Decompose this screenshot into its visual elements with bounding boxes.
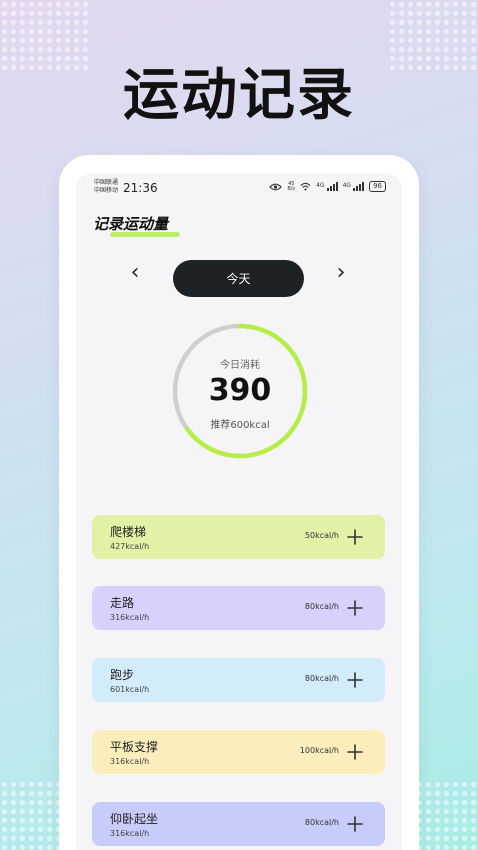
activity-rate: 100kcal/h bbox=[299, 746, 339, 755]
promo-headline: 运动记录 bbox=[123, 63, 355, 128]
activity-name: 仰卧起坐 bbox=[110, 812, 159, 826]
recommended-calories: 推荐600kcal bbox=[210, 420, 270, 431]
prev-day-button[interactable]: ‹ bbox=[123, 257, 147, 287]
activity-rate: 80kcal/h bbox=[304, 602, 339, 611]
signal-label-1: 4G bbox=[316, 182, 325, 189]
today-consumed-label: 今日消耗 bbox=[220, 360, 260, 371]
activity-card[interactable]: 跑步 601kcal/h 80kcal/h bbox=[92, 658, 385, 702]
activity-burn-rate: 316kcal/h bbox=[110, 757, 150, 766]
wifi-icon bbox=[300, 182, 311, 191]
signal-label-2: 4G bbox=[342, 182, 352, 189]
activity-rate: 80kcal/h bbox=[304, 818, 339, 827]
activity-card[interactable]: 仰卧起坐 316kcal/h 80kcal/h bbox=[92, 802, 385, 846]
signal-icon: 4G bbox=[316, 182, 338, 191]
plus-icon[interactable] bbox=[345, 742, 365, 762]
carrier-1: 中国联通 bbox=[94, 179, 119, 186]
plus-icon[interactable] bbox=[345, 814, 365, 834]
activity-card[interactable]: 走路 316kcal/h 80kcal/h bbox=[92, 586, 385, 630]
app-screen: 中国联通 中国移动 21:36 45 B/s 4G 4G 96 记录运动量 ‹ … bbox=[76, 173, 402, 850]
activity-card[interactable]: 爬楼梯 427kcal/h 50kcal/h bbox=[92, 515, 385, 559]
activity-burn-rate: 316kcal/h bbox=[110, 829, 150, 838]
signal-icon-2: 4G bbox=[342, 182, 365, 191]
carrier-2: 中国移动 bbox=[94, 187, 119, 194]
date-selector[interactable]: 今天 bbox=[173, 260, 304, 297]
activity-name: 爬楼梯 bbox=[110, 525, 147, 539]
eye-icon bbox=[269, 183, 283, 190]
page-title: 记录运动量 bbox=[93, 215, 169, 233]
carrier-info: 中国联通 中国移动 bbox=[94, 179, 118, 195]
phone-frame: 中国联通 中国移动 21:36 45 B/s 4G 4G 96 记录运动量 ‹ … bbox=[59, 155, 419, 850]
net-speed: 45 B/s bbox=[287, 181, 296, 192]
activity-name: 平板支撑 bbox=[110, 740, 159, 754]
today-consumed-value: 390 bbox=[208, 373, 272, 408]
activity-burn-rate: 601kcal/h bbox=[110, 685, 150, 694]
activity-burn-rate: 427kcal/h bbox=[110, 542, 150, 551]
activity-rate: 80kcal/h bbox=[304, 674, 339, 683]
activity-rate: 50kcal/h bbox=[304, 531, 339, 540]
net-speed-unit: B/s bbox=[287, 185, 296, 192]
activity-name: 走路 bbox=[110, 596, 135, 610]
plus-icon[interactable] bbox=[345, 670, 365, 690]
activity-card[interactable]: 平板支撑 316kcal/h 100kcal/h bbox=[92, 730, 385, 774]
plus-icon[interactable] bbox=[345, 598, 365, 618]
battery-icon: 96 bbox=[369, 181, 386, 192]
activity-name: 跑步 bbox=[110, 668, 135, 682]
status-icons: 45 B/s 4G 4G 96 bbox=[269, 181, 386, 192]
status-bar: 中国联通 中国移动 21:36 45 B/s 4G 4G 96 bbox=[76, 173, 402, 205]
plus-icon[interactable] bbox=[345, 527, 365, 547]
status-time: 21:36 bbox=[123, 181, 158, 195]
activity-burn-rate: 316kcal/h bbox=[110, 613, 150, 622]
next-day-button[interactable]: › bbox=[329, 257, 353, 287]
